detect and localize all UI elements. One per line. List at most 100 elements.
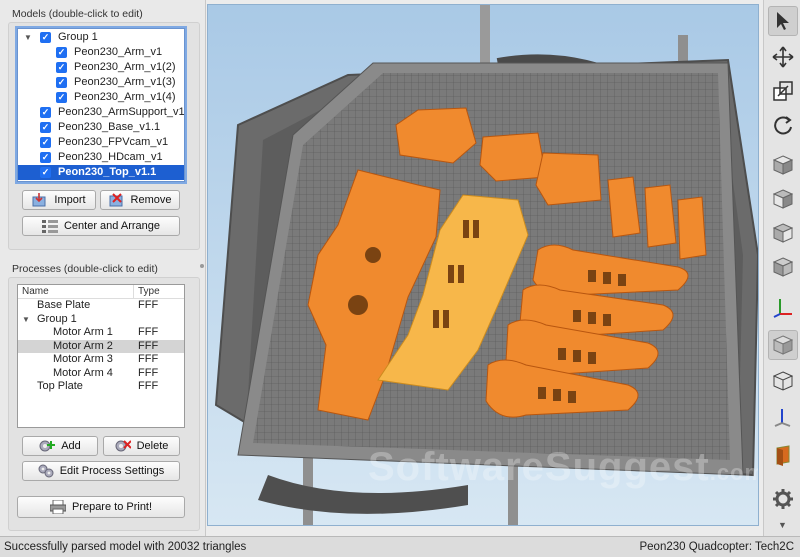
process-row[interactable]: Motor Arm 1 FFF [18, 326, 184, 340]
process-row[interactable]: Motor Arm 3 FFF [18, 353, 184, 367]
scroll-down-icon[interactable]: ▼ [778, 520, 787, 530]
part-armsupport-3 [677, 196, 707, 260]
process-row[interactable]: ▼ Group 1 [18, 313, 184, 327]
process-name: Group 1 [37, 312, 77, 325]
remove-label: Remove [130, 194, 172, 206]
processes-section-label: Processes (double-click to edit) [12, 263, 158, 275]
delete-process-button[interactable]: Delete [103, 436, 180, 456]
process-type: FFF [138, 339, 159, 352]
cursor-icon [777, 12, 789, 30]
scale-icon [773, 81, 793, 101]
wireframe-view-button[interactable] [768, 366, 798, 396]
visibility-checkbox[interactable]: ✓ [40, 167, 51, 178]
model-row[interactable]: ✓ Peon230_Base_v1.1 [18, 120, 184, 135]
view-left-button[interactable] [768, 218, 798, 248]
process-type: FFF [138, 366, 159, 379]
process-name: Motor Arm 3 [53, 353, 113, 365]
col-type-header[interactable]: Type [134, 285, 160, 298]
center-arrange-button[interactable]: Center and Arrange [22, 216, 180, 236]
model-row[interactable]: ✓ Peon230_Arm_v1(4) [18, 90, 184, 105]
gears-icon [38, 464, 54, 478]
processes-table-header: Name Type [18, 285, 184, 299]
model-row[interactable]: ▼ ✓ Group 1 [18, 30, 184, 45]
import-button[interactable]: Import [22, 190, 96, 210]
solid-view-button[interactable] [768, 330, 798, 360]
add-process-button[interactable]: Add [22, 436, 98, 456]
part-armsupport-2 [644, 184, 677, 248]
axes-button[interactable] [768, 292, 798, 322]
model-name: Peon230_Arm_v1(3) [74, 76, 176, 88]
view-front-cube-icon [773, 189, 793, 209]
remove-button[interactable]: Remove [100, 190, 180, 210]
visibility-checkbox[interactable]: ✓ [56, 77, 67, 88]
model-name: Peon230_Base_v1.1 [58, 121, 161, 133]
remove-icon [109, 193, 125, 207]
3d-viewport[interactable]: SoftwareSuggest.com [207, 4, 759, 526]
process-name: Base Plate [37, 299, 91, 311]
cross-section-button[interactable] [768, 440, 798, 470]
axes-icon [773, 299, 792, 318]
center-arrange-label: Center and Arrange [63, 220, 160, 232]
model-row[interactable]: ✓ Peon230_FPVcam_v1 [18, 135, 184, 150]
add-gear-icon [39, 439, 56, 453]
model-name: Group 1 [58, 31, 98, 43]
model-row[interactable]: ✓ Peon230_Arm_v1(3) [18, 75, 184, 90]
visibility-checkbox[interactable]: ✓ [40, 107, 51, 118]
prepare-to-print-label: Prepare to Print! [71, 501, 153, 513]
disclosure-triangle-icon[interactable]: ▼ [24, 30, 32, 45]
axis-view-button[interactable] [768, 402, 798, 432]
visibility-checkbox[interactable]: ✓ [56, 62, 67, 73]
view-front-button[interactable] [768, 184, 798, 214]
col-name-header[interactable]: Name [18, 285, 134, 298]
part-hdcam-1 [479, 132, 547, 182]
process-row[interactable]: Motor Arm 4 FFF [18, 367, 184, 381]
visibility-checkbox[interactable]: ✓ [56, 92, 67, 103]
resize-dot[interactable] [200, 264, 204, 268]
settings-button[interactable] [768, 484, 798, 514]
scale-tool-button[interactable] [768, 76, 798, 106]
model-row[interactable]: ✓ Peon230_Arm_v1 [18, 45, 184, 60]
rotate-tool-button[interactable] [768, 110, 798, 140]
model-name: Peon230_FPVcam_v1 [58, 136, 169, 148]
move-icon [772, 46, 794, 68]
model-row[interactable]: ✓ Peon230_Arm_v1(2) [18, 60, 184, 75]
model-row[interactable]: ✓ Peon230_Top_v1.1 [18, 165, 184, 180]
import-icon [32, 193, 48, 207]
visibility-checkbox[interactable]: ✓ [40, 122, 51, 133]
wireframe-cube-icon [773, 371, 793, 391]
process-row[interactable]: Motor Arm 2 FFF [18, 339, 184, 354]
edit-process-settings-label: Edit Process Settings [59, 465, 165, 477]
models-tree[interactable]: ▼ ✓ Group 1 ✓ Peon230_Arm_v1 ✓ Peon230_Arm_v1(… [17, 28, 185, 182]
view-right-button[interactable] [768, 252, 798, 282]
model-row[interactable]: ✓ Peon230_ArmSupport_v1 [18, 105, 184, 120]
model-row[interactable]: ✓ Peon230_HDcam_v1 [18, 150, 184, 165]
process-row[interactable]: Top Plate FFF [18, 380, 184, 394]
arrange-icon [41, 219, 58, 233]
visibility-checkbox[interactable]: ✓ [56, 47, 67, 58]
visibility-checkbox[interactable]: ✓ [40, 32, 51, 43]
axis-view-icon [774, 409, 791, 427]
process-type: FFF [138, 299, 159, 311]
visibility-checkbox[interactable]: ✓ [40, 137, 51, 148]
prepare-to-print-button[interactable]: Prepare to Print! [17, 496, 185, 518]
watermark: SoftwareSuggest.com [368, 445, 758, 490]
edit-process-settings-button[interactable]: Edit Process Settings [22, 461, 180, 481]
process-name: Top Plate [37, 380, 83, 392]
process-name-cell: Motor Arm 4 [18, 367, 134, 381]
view-top-button[interactable] [768, 150, 798, 180]
select-tool-button[interactable] [768, 6, 798, 36]
disclosure-triangle-icon[interactable]: ▼ [22, 313, 30, 327]
move-tool-button[interactable] [768, 42, 798, 72]
visibility-checkbox[interactable]: ✓ [40, 152, 51, 163]
settings-gear-icon [773, 489, 793, 509]
view-right-cube-icon [773, 257, 793, 277]
process-name: Motor Arm 4 [53, 366, 113, 379]
view-left-cube-icon [773, 223, 793, 243]
process-name-cell: Motor Arm 2 [18, 340, 134, 354]
model-name: Peon230_Top_v1.1 [58, 166, 157, 178]
model-name: Peon230_Arm_v1(2) [74, 61, 176, 73]
process-row[interactable]: Base Plate FFF [18, 299, 184, 313]
processes-table[interactable]: Name Type Base Plate FFF ▼ Group 1 Motor Arm… [17, 284, 185, 428]
add-process-label: Add [61, 440, 81, 452]
process-name: Motor Arm 1 [53, 326, 113, 338]
